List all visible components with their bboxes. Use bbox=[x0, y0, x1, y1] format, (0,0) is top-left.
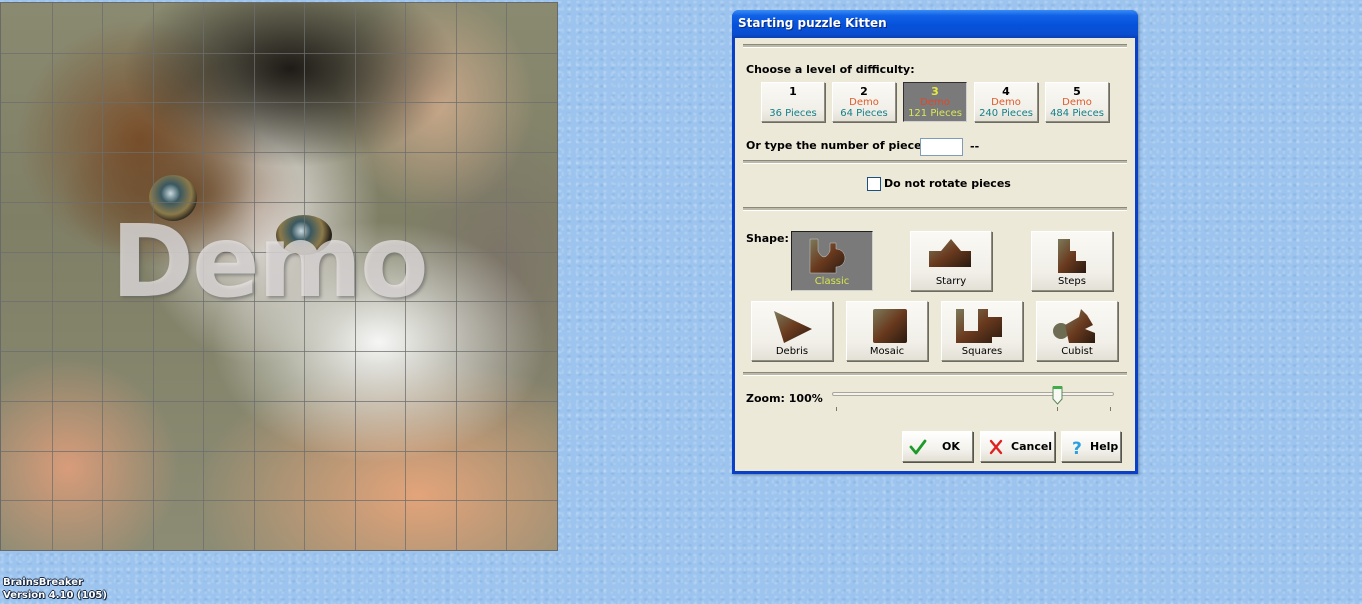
slider-tick bbox=[1110, 407, 1111, 411]
grid-line-horizontal bbox=[1, 351, 557, 352]
difficulty-demo-tag: Demo bbox=[1062, 97, 1092, 108]
help-button[interactable]: ? Help bbox=[1061, 431, 1121, 462]
difficulty-button-4[interactable]: 4 Demo 240 Pieces bbox=[974, 82, 1038, 122]
cancel-button-label: Cancel bbox=[1011, 440, 1053, 453]
puzzle-preview-image: Demo bbox=[0, 2, 558, 551]
shape-name: Mosaic bbox=[869, 346, 905, 357]
steps-shape-icon bbox=[1058, 239, 1086, 273]
grid-line-horizontal bbox=[1, 102, 557, 103]
difficulty-level-number: 1 bbox=[789, 85, 797, 98]
difficulty-button-3[interactable]: 3 Demo 121 Pieces bbox=[903, 82, 967, 122]
difficulty-pieces-count: 121 Pieces bbox=[908, 108, 962, 119]
separator bbox=[743, 44, 1127, 48]
zoom-slider-track[interactable] bbox=[832, 392, 1114, 396]
checkmark-icon bbox=[909, 439, 927, 455]
shape-button-classic[interactable]: Classic bbox=[791, 231, 873, 291]
difficulty-level-number: 4 bbox=[1002, 85, 1010, 98]
ok-button-label: OK bbox=[942, 440, 960, 453]
app-info: BrainsBreaker Version 4.10 (105) bbox=[3, 576, 107, 602]
app-name: BrainsBreaker bbox=[3, 577, 83, 588]
difficulty-demo-tag bbox=[762, 97, 824, 108]
pieces-count-input[interactable] bbox=[920, 138, 963, 156]
difficulty-button-5[interactable]: 5 Demo 484 Pieces bbox=[1045, 82, 1109, 122]
difficulty-level-number: 2 bbox=[860, 85, 868, 98]
help-button-label: Help bbox=[1090, 440, 1119, 453]
cubist-shape-icon bbox=[1053, 309, 1095, 343]
svg-text:?: ? bbox=[1072, 439, 1082, 456]
difficulty-level-number: 5 bbox=[1073, 85, 1081, 98]
grid-line-vertical bbox=[456, 3, 457, 550]
starry-shape-icon bbox=[929, 239, 971, 267]
pieces-input-label: Or type the number of pieces: bbox=[746, 139, 933, 152]
difficulty-pieces-count: 240 Pieces bbox=[979, 108, 1033, 119]
help-question-icon: ? bbox=[1072, 439, 1082, 456]
separator bbox=[743, 372, 1127, 376]
shape-name: Cubist bbox=[1061, 346, 1093, 357]
difficulty-demo-tag: Demo bbox=[849, 97, 879, 108]
shape-button-cubist[interactable]: Cubist bbox=[1036, 301, 1118, 361]
grid-line-vertical bbox=[52, 3, 53, 550]
shape-name: Squares bbox=[961, 346, 1003, 357]
grid-line-vertical bbox=[506, 3, 507, 550]
zoom-slider-thumb[interactable] bbox=[1052, 385, 1063, 405]
difficulty-pieces-count: 484 Pieces bbox=[1050, 108, 1104, 119]
close-x-icon bbox=[989, 439, 1003, 455]
difficulty-button-2[interactable]: 2 Demo 64 Pieces bbox=[832, 82, 896, 122]
difficulty-demo-tag: Demo bbox=[920, 97, 950, 108]
debris-shape-icon bbox=[774, 311, 812, 343]
grid-line-vertical bbox=[102, 3, 103, 550]
dialog-client: Choose a level of difficulty: 1 36 Piece… bbox=[735, 38, 1135, 471]
difficulty-level-number: 3 bbox=[931, 85, 939, 98]
dialog-title: Starting puzzle Kitten bbox=[738, 16, 887, 30]
difficulty-demo-tag: Demo bbox=[991, 97, 1021, 108]
shape-button-steps[interactable]: Steps bbox=[1031, 231, 1113, 291]
grid-line-horizontal bbox=[1, 53, 557, 54]
demo-watermark: Demo bbox=[111, 203, 429, 320]
classic-shape-icon bbox=[809, 238, 846, 274]
shape-name: Debris bbox=[775, 346, 809, 357]
difficulty-pieces-count: 36 Pieces bbox=[769, 108, 817, 119]
grid-line-horizontal bbox=[1, 401, 557, 402]
slider-tick bbox=[1057, 407, 1058, 411]
shape-button-squares[interactable]: Squares bbox=[941, 301, 1023, 361]
separator bbox=[743, 207, 1127, 211]
shape-button-starry[interactable]: Starry bbox=[910, 231, 992, 291]
grid-line-horizontal bbox=[1, 500, 557, 501]
shape-name: Classic bbox=[814, 276, 850, 287]
do-not-rotate-label[interactable]: Do not rotate pieces bbox=[884, 177, 1011, 190]
mosaic-shape-icon bbox=[873, 309, 907, 343]
squares-shape-icon bbox=[956, 309, 1002, 343]
grid-line-horizontal bbox=[1, 451, 557, 452]
separator bbox=[743, 160, 1127, 164]
difficulty-pieces-count: 64 Pieces bbox=[840, 108, 888, 119]
pieces-input-suffix: -- bbox=[970, 140, 980, 153]
shape-button-debris[interactable]: Debris bbox=[751, 301, 833, 361]
dialog-titlebar[interactable]: Starting puzzle Kitten bbox=[732, 10, 1138, 38]
start-puzzle-dialog: Starting puzzle Kitten Choose a level of… bbox=[732, 10, 1138, 474]
shape-button-mosaic[interactable]: Mosaic bbox=[846, 301, 928, 361]
ok-button[interactable]: OK bbox=[902, 431, 973, 462]
shape-label: Shape: bbox=[746, 232, 789, 245]
difficulty-label: Choose a level of difficulty: bbox=[746, 63, 915, 76]
do-not-rotate-checkbox[interactable] bbox=[867, 177, 881, 191]
cancel-button[interactable]: Cancel bbox=[980, 431, 1055, 462]
zoom-label: Zoom: 100% bbox=[746, 392, 823, 405]
difficulty-button-1[interactable]: 1 36 Pieces bbox=[761, 82, 825, 122]
app-version: Version 4.10 (105) bbox=[3, 590, 107, 601]
grid-line-horizontal bbox=[1, 152, 557, 153]
shape-name: Steps bbox=[1058, 276, 1086, 287]
slider-tick bbox=[836, 407, 837, 411]
shape-name: Starry bbox=[935, 276, 967, 287]
